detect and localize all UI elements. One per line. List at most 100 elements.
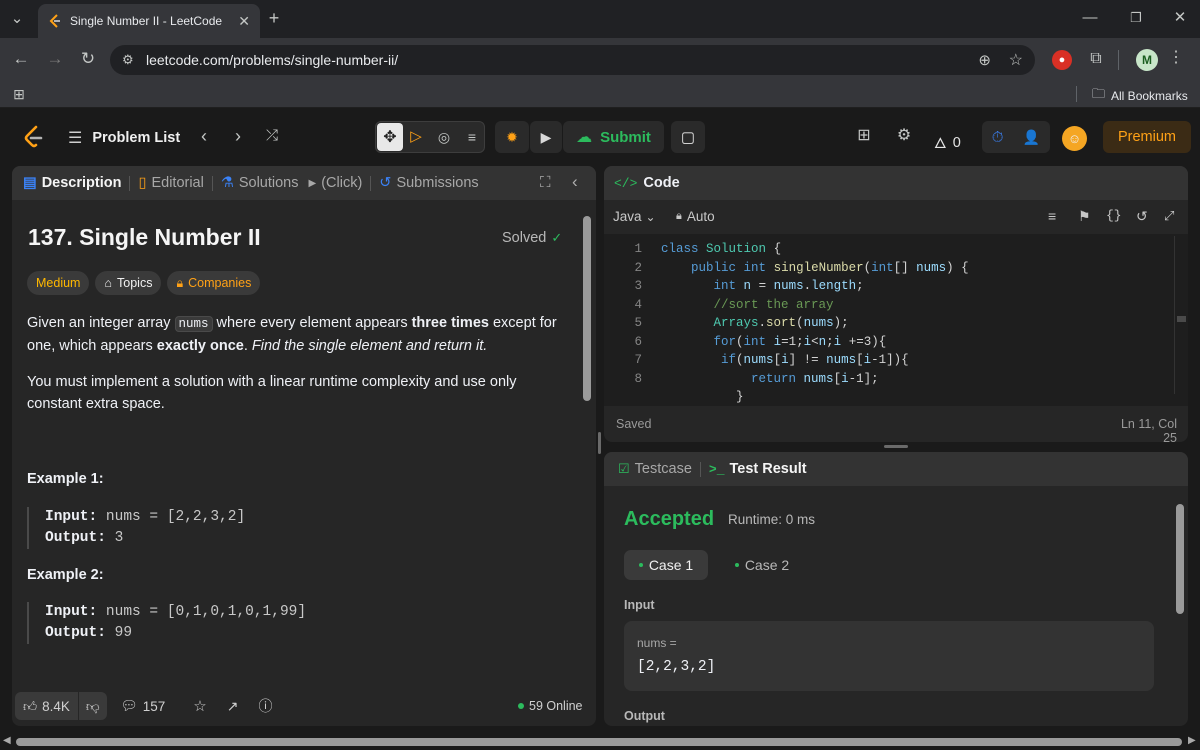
line-number: 2 xyxy=(634,260,642,275)
all-bookmarks-label: All Bookmarks xyxy=(1111,89,1188,103)
bookmark-icon[interactable]: ⚑ xyxy=(1078,208,1091,225)
leetcode-logo-icon[interactable] xyxy=(22,125,44,149)
submit-button[interactable]: ☁ Submit xyxy=(563,121,664,153)
code-line: Arrays.sort(nums); xyxy=(713,316,849,330)
tab-click[interactable]: ▶ (Click) xyxy=(309,175,363,191)
reset-icon[interactable]: ↺ xyxy=(1136,208,1148,225)
problem-list-button[interactable]: ☰ Problem List xyxy=(68,128,180,148)
scroll-right-icon[interactable]: ▶ xyxy=(1188,735,1196,746)
description-scrollbar[interactable] xyxy=(583,204,591,679)
difficulty-badge[interactable]: Medium xyxy=(27,271,90,295)
streak-counter[interactable]: 🜂 0 xyxy=(934,128,961,157)
tab-description[interactable]: ▤ Description xyxy=(23,175,121,191)
layout-grid-icon[interactable]: ⊞ xyxy=(854,128,874,144)
vertical-splitter-handle[interactable] xyxy=(598,432,601,454)
editor-scrollbar[interactable] xyxy=(1174,236,1186,394)
code-editor[interactable]: 1 2 3 4 5 6 7 8 class Solution { public int sin… xyxy=(604,234,1188,406)
tab-submissions-label: Submissions xyxy=(396,175,479,191)
address-bar[interactable]: ⚙ leetcode.com/problems/single-number-ii… xyxy=(110,45,1035,75)
url-text: leetcode.com/problems/single-number-ii/ xyxy=(146,52,399,68)
solved-status: Solved ✓ xyxy=(502,230,562,246)
topics-label: Topics xyxy=(117,276,153,290)
tab-submissions[interactable]: ↺ Submissions xyxy=(379,175,478,191)
autocomplete-mode[interactable]: 🔒︎ Auto xyxy=(676,209,715,224)
extension-red-icon[interactable]: ● xyxy=(1052,50,1072,70)
language-selector[interactable]: Java ⌄ xyxy=(613,209,656,224)
case-2-tab[interactable]: Case 2 xyxy=(720,550,804,580)
tab-editorial-label: Editorial xyxy=(151,175,204,191)
restore-icon[interactable]: ❐ xyxy=(1126,10,1146,26)
bookmark-star-icon[interactable]: ☆ xyxy=(1009,50,1023,70)
add-friend-icon[interactable]: 👤 xyxy=(1023,129,1040,146)
line-number: 7 xyxy=(634,353,642,367)
hide-icon[interactable]: ◎ xyxy=(434,129,454,145)
companies-pill[interactable]: 🔒︎ Companies xyxy=(167,271,261,295)
drag-move-icon[interactable]: ✥ xyxy=(377,123,403,151)
extensions-puzzle-icon[interactable]: ⧉ xyxy=(1086,51,1106,67)
tab-editorial[interactable]: ▯ Editorial xyxy=(138,175,203,191)
editor-scroll-thumb[interactable] xyxy=(1177,316,1186,322)
random-problem-icon[interactable]: ⤮ xyxy=(262,128,282,144)
tab-testcase[interactable]: ☑ Testcase xyxy=(618,461,692,477)
premium-button[interactable]: Premium xyxy=(1103,121,1191,153)
input-label: Input: xyxy=(45,509,98,525)
tab-close-icon[interactable]: ✕ xyxy=(238,13,250,30)
prev-problem-icon[interactable]: ‹ xyxy=(196,127,212,145)
reload-icon[interactable]: ↻ xyxy=(79,50,97,67)
tab-test-result[interactable]: >_ Test Result xyxy=(709,461,807,477)
tab-test-result-label: Test Result xyxy=(729,461,807,477)
description-panel: ▤ Description ▯ Editorial ⚗ Solutions ▶ … xyxy=(12,166,596,726)
settings-gear-icon[interactable]: ⚙ xyxy=(894,128,914,144)
collapse-panel-icon[interactable]: ‹ xyxy=(572,172,578,192)
horizontal-scroll-thumb[interactable] xyxy=(16,738,1182,746)
notes-button[interactable]: ▢ xyxy=(671,121,705,153)
topics-pill[interactable]: ⌂ Topics xyxy=(95,271,162,295)
apps-grid-icon[interactable]: ⊞ xyxy=(10,86,28,102)
case-1-tab[interactable]: Case 1 xyxy=(624,550,708,580)
tab-separator xyxy=(211,175,213,191)
tab-search-chevron-icon[interactable]: ⌄ xyxy=(8,11,26,27)
scroll-thumb[interactable] xyxy=(1176,504,1184,614)
new-tab-icon[interactable]: + xyxy=(266,9,282,27)
play-outline-icon[interactable]: ▷ xyxy=(406,129,426,145)
expand-panel-icon[interactable]: ⛶ xyxy=(540,174,551,191)
case-2-label: Case 2 xyxy=(744,557,790,573)
output-section-label: Output xyxy=(624,709,665,723)
profile-avatar[interactable]: M xyxy=(1136,49,1158,71)
zoom-icon[interactable]: ⊕ xyxy=(978,51,991,69)
braces-icon[interactable]: {} xyxy=(1106,208,1122,223)
dislike-button[interactable]: 👎︎ xyxy=(78,692,107,720)
scroll-thumb[interactable] xyxy=(583,216,591,401)
help-icon[interactable]: ⓘ xyxy=(258,696,272,716)
timer-icon[interactable]: ⏱ xyxy=(992,129,1004,146)
result-scrollbar[interactable] xyxy=(1175,490,1184,720)
comments-button[interactable]: 💬︎ 157 xyxy=(121,698,166,714)
browser-tab[interactable]: Single Number II - LeetCode ✕ xyxy=(38,4,260,38)
window-close-icon[interactable]: ✕ xyxy=(1170,10,1190,26)
lock-icon: 🔒︎ xyxy=(176,275,184,290)
chrome-menu-icon[interactable]: ⋮ xyxy=(1168,50,1184,66)
site-info-icon[interactable]: ⚙ xyxy=(122,52,134,68)
tab-solutions[interactable]: ⚗ Solutions xyxy=(221,175,299,191)
horizontal-splitter-handle[interactable] xyxy=(884,445,908,448)
forward-icon[interactable]: → xyxy=(46,50,64,67)
user-avatar[interactable]: ☺ xyxy=(1062,126,1087,151)
share-icon[interactable]: ↗ xyxy=(227,698,239,715)
input-var-value: [2,2,3,2] xyxy=(637,659,716,675)
browser-tab-bar: ⌄ Single Number II - LeetCode ✕ + — ❐ ✕ xyxy=(0,0,1200,38)
minimize-icon[interactable]: — xyxy=(1080,10,1100,26)
fullscreen-icon[interactable]: ⤢ xyxy=(1164,208,1174,224)
page-horizontal-scrollbar[interactable]: ◀ ▶ xyxy=(0,733,1200,750)
next-problem-icon[interactable]: › xyxy=(230,127,246,145)
favorite-star-icon[interactable]: ☆ xyxy=(193,697,206,715)
like-button[interactable]: 👍︎ 8.4K xyxy=(15,692,78,720)
all-bookmarks-button[interactable]: 🗀 All Bookmarks xyxy=(1092,85,1188,107)
settings-sliders-icon[interactable]: ≡ xyxy=(462,129,482,145)
format-icon[interactable]: ≡ xyxy=(1048,208,1056,224)
note-icon: ▢ xyxy=(680,129,696,146)
code-panel-header: </> Code xyxy=(604,166,1188,200)
back-icon[interactable]: ← xyxy=(12,50,30,67)
run-button[interactable]: ▶ xyxy=(530,121,562,153)
debug-button[interactable]: ✹ xyxy=(495,121,529,153)
scroll-left-icon[interactable]: ◀ xyxy=(3,735,11,746)
